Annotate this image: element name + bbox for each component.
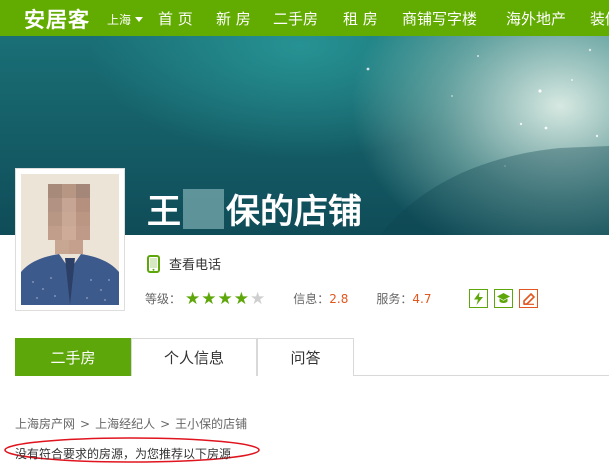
no-results-message: 没有符合要求的房源，为您推荐以下房源 xyxy=(15,447,232,461)
star-icon-filled: ★ xyxy=(217,288,233,309)
star-icon-empty: ★ xyxy=(250,288,266,309)
pen-icon[interactable] xyxy=(519,289,539,308)
service-score-label: 服务： xyxy=(376,292,413,306)
view-phone-label: 查看电话 xyxy=(169,258,222,273)
service-score: 服务：4.7 xyxy=(376,290,431,307)
chevron-down-icon xyxy=(135,17,144,22)
info-score: 信息：2.8 xyxy=(293,290,348,307)
tab-personal-info[interactable]: 个人信息 xyxy=(131,338,257,376)
nav-commercial[interactable]: 商铺写字楼 xyxy=(402,8,477,29)
level-label: 等级： xyxy=(145,292,182,306)
shop-title-rest: 保的店铺 xyxy=(226,192,362,232)
certification-badges xyxy=(469,289,544,308)
city-selector[interactable]: 上海 xyxy=(107,11,144,28)
nav-second-hand[interactable]: 二手房 xyxy=(273,8,318,29)
breadcrumb-separator: > xyxy=(160,416,171,431)
agent-photo xyxy=(21,174,119,305)
rating-row: 等级： ★ ★ ★ ★ ★ 信息：2.8 服务：4.7 xyxy=(145,289,544,308)
nav-new-homes[interactable]: 新 房 xyxy=(216,8,251,29)
nav-overseas[interactable]: 海外地产 xyxy=(506,8,566,29)
nav-decoration[interactable]: 装修 xyxy=(590,8,609,29)
tab-second-hand[interactable]: 二手房 xyxy=(15,338,131,376)
site-logo[interactable]: 安居客 xyxy=(24,4,90,34)
shop-tabs: 二手房 个人信息 问答 xyxy=(15,338,609,376)
city-label: 上海 xyxy=(107,13,132,27)
service-score-value: 4.7 xyxy=(412,292,432,306)
star-icon-filled: ★ xyxy=(201,288,217,309)
info-score-value: 2.8 xyxy=(329,292,349,306)
phone-icon xyxy=(147,254,160,273)
nav-home[interactable]: 首 页 xyxy=(158,8,193,29)
shop-title: 王 保的店铺 xyxy=(147,184,362,233)
agent-avatar xyxy=(15,168,125,311)
nav-rent[interactable]: 租 房 xyxy=(343,8,378,29)
view-phone-link[interactable]: 查看电话 xyxy=(147,254,221,273)
name-redaction xyxy=(183,188,224,229)
tab-qa[interactable]: 问答 xyxy=(257,338,354,376)
star-rating: ★ ★ ★ ★ ★ xyxy=(185,288,266,309)
shop-title-first-char: 王 xyxy=(147,192,181,232)
info-score-label: 信息： xyxy=(293,292,330,306)
lightning-icon[interactable] xyxy=(469,289,489,308)
breadcrumb-separator: > xyxy=(80,416,91,431)
star-icon-filled: ★ xyxy=(185,288,201,309)
top-nav-bar: 安居客 上海 首 页 新 房 二手房 租 房 商铺写字楼 海外地产 装修 xyxy=(0,0,609,36)
star-icon-filled: ★ xyxy=(233,288,250,309)
graduation-cap-icon[interactable] xyxy=(494,289,514,308)
